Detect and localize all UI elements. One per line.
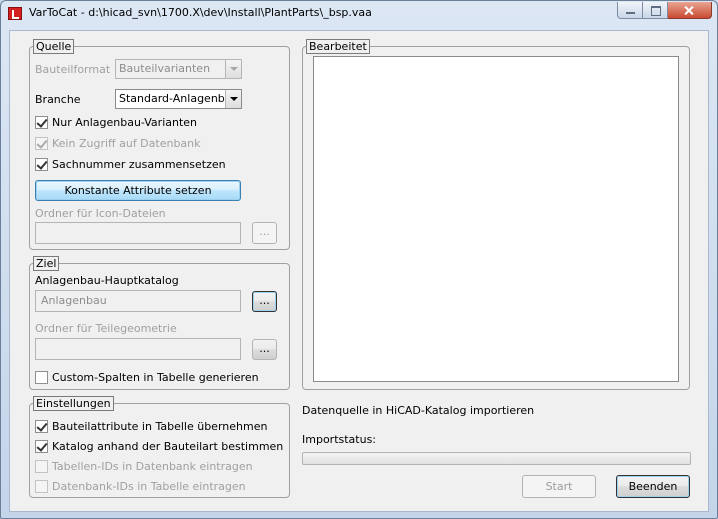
group-einstellungen-title: Einstellungen <box>33 396 114 411</box>
teilegeometrie-label: Ordner für Teilegeometrie <box>35 322 177 335</box>
branche-label: Branche <box>35 93 81 106</box>
sachnummer-label: Sachnummer zusammensetzen <box>52 157 226 171</box>
bauteilformat-value: Bauteilvarianten <box>119 62 211 75</box>
custom-spalten-label: Custom-Spalten in Tabelle generieren <box>52 370 259 384</box>
dialog-client: Quelle Bauteilformat Bauteilvarianten Br… <box>9 30 709 512</box>
datenbank-ids-checkbox: Datenbank-IDs in Tabelle eintragen <box>35 479 246 493</box>
importstatus-label: Importstatus: <box>302 433 377 446</box>
icon-folder-label: Ordner für Icon-Dateien <box>35 207 166 220</box>
main-window: VarToCat - d:\hicad_svn\1700.X\dev\Insta… <box>0 0 718 519</box>
tabellen-ids-checkbox: Tabellen-IDs in Datenbank eintragen <box>35 459 253 473</box>
minimize-icon[interactable] <box>617 2 643 19</box>
teilegeometrie-browse-button[interactable]: ... <box>252 339 277 360</box>
import-progress-bar <box>302 452 691 465</box>
bauteilattribute-checkbox[interactable]: Bauteilattribute in Tabelle übernehmen <box>35 419 267 433</box>
group-ziel-title: Ziel <box>33 256 60 271</box>
checkbox-unchecked-icon[interactable] <box>35 370 48 384</box>
start-button[interactable]: Start <box>522 475 596 498</box>
custom-spalten-checkbox[interactable]: Custom-Spalten in Tabelle generieren <box>35 370 259 384</box>
bauteilformat-label: Bauteilformat <box>35 63 111 76</box>
branche-value: Standard-Anlagenbau <box>119 92 239 105</box>
nur-anlagenbau-label: Nur Anlagenbau-Varianten <box>52 115 198 129</box>
tabellen-ids-label: Tabellen-IDs in Datenbank eintragen <box>52 459 253 473</box>
checkbox-checked-icon[interactable] <box>35 419 48 433</box>
checkbox-checked-icon[interactable] <box>35 157 48 171</box>
maximize-icon[interactable] <box>643 2 668 19</box>
icon-folder-browse-button: ... <box>252 222 277 244</box>
katalog-bauteilart-checkbox[interactable]: Katalog anhand der Bauteilart bestimmen <box>35 439 283 453</box>
bauteilformat-select: Bauteilvarianten <box>115 59 242 79</box>
checkbox-checked-icon[interactable] <box>35 115 48 129</box>
sachnummer-checkbox[interactable]: Sachnummer zusammensetzen <box>35 157 226 171</box>
teilegeometrie-field <box>35 338 241 360</box>
close-icon[interactable] <box>668 2 712 19</box>
datenbank-ids-label: Datenbank-IDs in Tabelle eintragen <box>52 479 246 493</box>
nur-anlagenbau-checkbox[interactable]: Nur Anlagenbau-Varianten <box>35 115 197 129</box>
window-controls <box>617 2 712 20</box>
checkbox-checked-icon <box>35 136 48 150</box>
group-einstellungen: Einstellungen Bauteilattribute in Tabell… <box>29 396 290 498</box>
konstante-attribute-button[interactable]: Konstante Attribute setzen <box>35 180 241 201</box>
icon-folder-field <box>35 222 241 244</box>
bearbeitet-list[interactable] <box>313 56 679 382</box>
kein-zugriff-checkbox: Kein Zugriff auf Datenbank <box>35 136 201 150</box>
kein-zugriff-label: Kein Zugriff auf Datenbank <box>52 136 201 150</box>
app-icon <box>8 7 22 20</box>
chevron-down-icon[interactable] <box>225 90 241 108</box>
checkbox-unchecked-icon <box>35 479 48 493</box>
checkbox-unchecked-icon <box>35 459 48 473</box>
group-quelle: Quelle Bauteilformat Bauteilvarianten Br… <box>29 39 290 250</box>
group-ziel: Ziel Anlagenbau-Hauptkatalog Anlagenbau … <box>29 256 290 390</box>
hauptkatalog-label: Anlagenbau-Hauptkatalog <box>35 274 179 287</box>
title-bar[interactable]: VarToCat - d:\hicad_svn\1700.X\dev\Insta… <box>1 1 717 25</box>
bauteilattribute-label: Bauteilattribute in Tabelle übernehmen <box>52 419 268 433</box>
group-bearbeitet-title: Bearbeitet <box>306 39 370 54</box>
hauptkatalog-field: Anlagenbau <box>35 290 241 312</box>
hauptkatalog-browse-button[interactable]: ... <box>252 291 277 312</box>
branche-select[interactable]: Standard-Anlagenbau <box>115 89 242 109</box>
window-title: VarToCat - d:\hicad_svn\1700.X\dev\Insta… <box>29 6 372 19</box>
checkbox-checked-icon[interactable] <box>35 439 48 453</box>
datenquelle-text: Datenquelle in HiCAD-Katalog importieren <box>302 404 535 417</box>
group-bearbeitet: Bearbeitet <box>302 39 690 390</box>
beenden-button[interactable]: Beenden <box>616 475 690 498</box>
group-quelle-title: Quelle <box>33 39 75 54</box>
chevron-down-icon <box>225 60 241 78</box>
katalog-bauteilart-label: Katalog anhand der Bauteilart bestimmen <box>52 439 284 453</box>
